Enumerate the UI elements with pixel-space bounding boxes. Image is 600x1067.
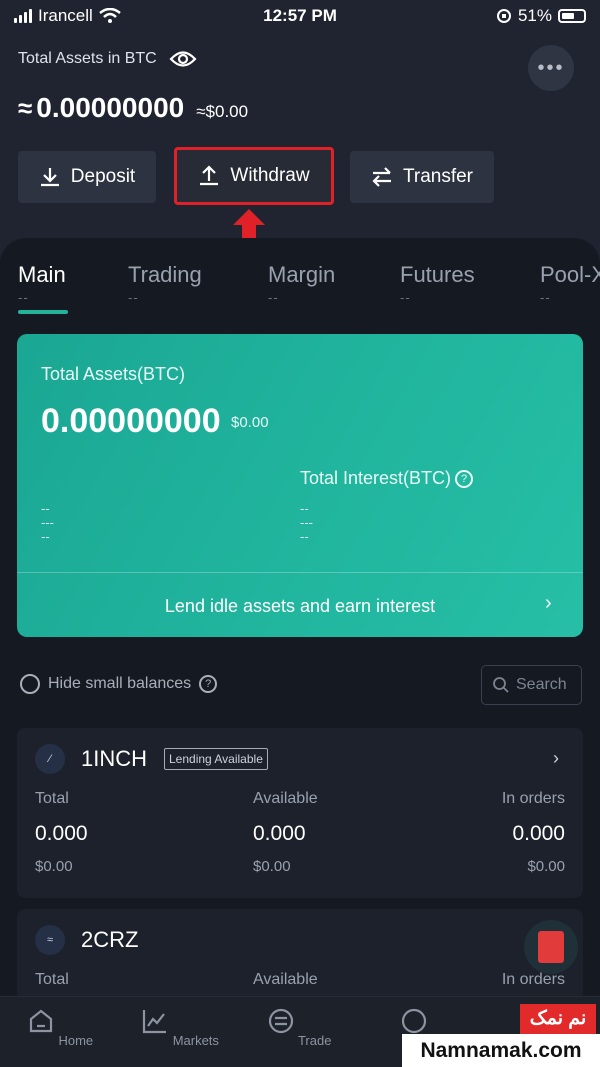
available-column: Available bbox=[253, 971, 318, 988]
nav-trade[interactable]: Trade bbox=[259, 1007, 339, 1048]
deposit-button[interactable]: Deposit bbox=[18, 151, 156, 203]
status-bar: Irancell 12:57 PM 51% bbox=[0, 0, 600, 32]
tab-sub: -- bbox=[400, 290, 411, 305]
chevron-right-icon: › bbox=[553, 748, 559, 768]
home-icon bbox=[29, 1009, 52, 1033]
tab-label: Trading bbox=[128, 262, 202, 287]
balance-fiat: ≈$0.00 bbox=[196, 102, 249, 121]
total-interest-label: Total Interest(BTC) bbox=[300, 468, 452, 488]
deposit-label: Deposit bbox=[70, 166, 136, 187]
nav-markets[interactable]: Markets bbox=[140, 1007, 220, 1048]
tab-label: Main bbox=[18, 262, 66, 287]
red-packet-button[interactable] bbox=[524, 920, 578, 974]
transfer-label: Transfer bbox=[402, 166, 474, 187]
chart-icon bbox=[142, 1010, 167, 1034]
tab-trading[interactable]: Trading -- bbox=[128, 262, 202, 305]
tab-margin[interactable]: Margin -- bbox=[268, 262, 335, 305]
asset-symbol: 1INCH bbox=[81, 746, 148, 771]
total-assets-header: Total Assets in BTC bbox=[18, 50, 197, 68]
question-icon[interactable]: ? bbox=[199, 675, 218, 693]
transfer-button[interactable]: Transfer bbox=[350, 151, 494, 203]
upload-icon bbox=[200, 165, 219, 186]
assets-panel: Main -- Trading -- Margin -- Futures -- … bbox=[0, 238, 600, 1067]
battery-percent: 51% bbox=[517, 6, 552, 25]
tab-label: Pool-X bbox=[540, 262, 600, 287]
active-tab-indicator bbox=[18, 310, 68, 314]
total-assets-value: 0.00000000 bbox=[41, 402, 221, 440]
total-balance: ≈ 0.00000000 ≈$0.00 bbox=[18, 92, 248, 124]
hide-small-label: Hide small balances bbox=[48, 675, 192, 692]
hide-small-balances-toggle[interactable]: Hide small balances ? bbox=[20, 674, 218, 694]
total-assets-fiat: $0.00 bbox=[231, 414, 269, 431]
orders-column: In orders bbox=[501, 971, 565, 988]
carrier-name: Irancell bbox=[38, 6, 93, 25]
available-column: Available 0.000 $0.00 bbox=[253, 790, 318, 875]
radio-icon[interactable] bbox=[20, 674, 40, 694]
100x-icon bbox=[402, 1008, 427, 1034]
right-placeholder: -- --- -- bbox=[300, 501, 313, 544]
watermark-persian: نم نمک bbox=[520, 1004, 596, 1034]
tab-sub: -- bbox=[128, 290, 139, 305]
lend-promo-link[interactable]: Lend idle assets and earn interest bbox=[17, 596, 583, 617]
tab-futures[interactable]: Futures -- bbox=[400, 262, 475, 305]
tab-label: Futures bbox=[400, 262, 475, 287]
tab-pool-x[interactable]: Pool-X -- bbox=[540, 262, 600, 305]
account-tabs: Main -- Trading -- Margin -- Futures -- … bbox=[0, 262, 600, 322]
download-icon bbox=[40, 168, 59, 187]
total-assets-label: Total Assets(BTC) bbox=[41, 364, 186, 384]
more-options-button[interactable]: ••• bbox=[528, 45, 574, 91]
total-column: Total 0.000 $0.00 bbox=[35, 790, 88, 875]
balance-amount: 0.00000000 bbox=[36, 92, 185, 123]
left-placeholder: -- --- -- bbox=[41, 501, 54, 544]
tab-sub: -- bbox=[18, 290, 29, 305]
summary-card: Total Assets(BTC) 0.00000000 $0.00 -- ---… bbox=[17, 334, 583, 637]
more-dots-icon: ••• bbox=[537, 56, 565, 79]
total-interest: Total Interest(BTC) ? bbox=[300, 468, 474, 489]
search-input[interactable]: Search bbox=[481, 665, 582, 705]
withdraw-button[interactable]: Withdraw bbox=[174, 147, 334, 205]
question-icon[interactable]: ? bbox=[455, 469, 474, 488]
orders-column: In orders 0.000 $0.00 bbox=[501, 790, 565, 875]
battery-icon bbox=[558, 9, 586, 23]
tab-label: Margin bbox=[268, 262, 336, 287]
clock: 12:57 PM bbox=[263, 6, 337, 25]
tab-main[interactable]: Main -- bbox=[18, 262, 66, 305]
eye-icon[interactable] bbox=[169, 50, 197, 68]
total-assets-title: Total Assets in BTC bbox=[18, 50, 157, 67]
watermark-site: Namnamak.com bbox=[402, 1034, 600, 1067]
action-buttons: Deposit Withdraw Transfer bbox=[18, 147, 494, 205]
nav-home[interactable]: Home bbox=[20, 1007, 100, 1048]
coin-logo-icon: ⁄ bbox=[35, 744, 65, 774]
tab-sub: -- bbox=[540, 290, 551, 305]
asset-row-1inch[interactable]: ⁄ 1INCH Lending Available › Total 0.000 … bbox=[17, 728, 583, 898]
search-placeholder: Search bbox=[516, 676, 567, 693]
card-divider bbox=[17, 572, 583, 573]
asset-symbol: 2CRZ bbox=[81, 927, 139, 952]
coin-logo-icon: ≈ bbox=[35, 925, 65, 955]
wifi-icon bbox=[99, 8, 121, 23]
lending-badge: Lending Available bbox=[164, 748, 268, 770]
transfer-icon bbox=[372, 167, 391, 187]
approx-symbol: ≈ bbox=[18, 93, 33, 123]
withdraw-label: Withdraw bbox=[230, 165, 310, 186]
chevron-right-icon: › bbox=[545, 592, 552, 614]
gift-icon bbox=[538, 931, 564, 963]
total-column: Total bbox=[35, 971, 69, 988]
trade-icon bbox=[268, 1008, 293, 1034]
orientation-lock-icon bbox=[496, 9, 511, 23]
signal-icon bbox=[14, 9, 32, 23]
tab-sub: -- bbox=[268, 290, 279, 305]
highlight-arrow-icon bbox=[233, 209, 265, 239]
search-icon bbox=[493, 677, 509, 693]
